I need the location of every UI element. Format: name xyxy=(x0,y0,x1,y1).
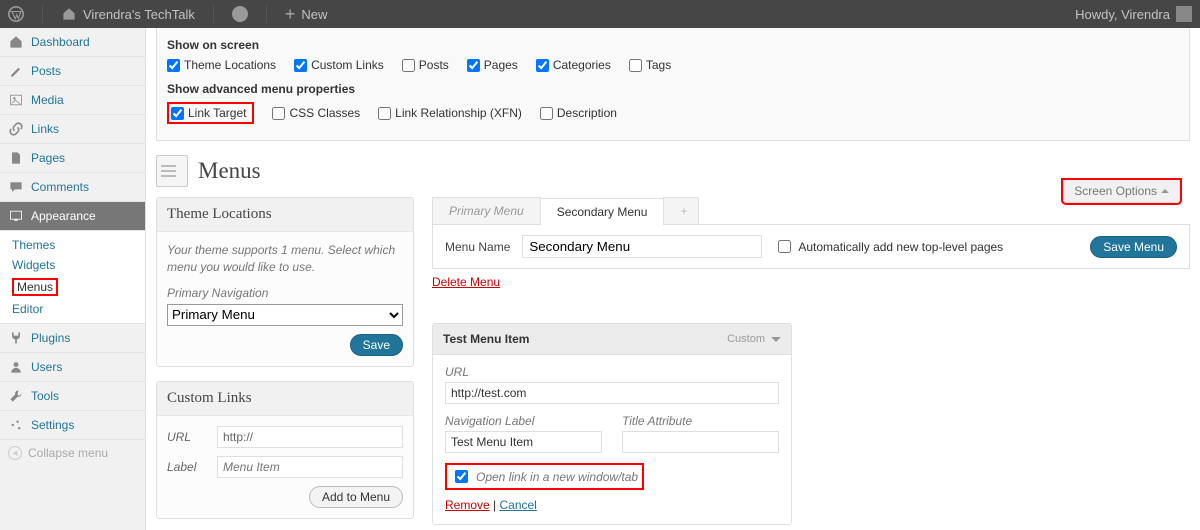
collapse-icon: ◂ xyxy=(8,446,22,460)
menu-item-url-input[interactable] xyxy=(445,382,779,404)
custom-link-label-input[interactable] xyxy=(217,456,403,478)
sidebar-item-links[interactable]: Links xyxy=(0,115,145,144)
avatar xyxy=(1176,6,1192,22)
submenu-themes[interactable]: Themes xyxy=(12,235,145,255)
screen-option-description[interactable]: Description xyxy=(540,102,617,124)
delete-menu-link[interactable]: Delete Menu xyxy=(432,275,500,289)
sidebar-item-dashboard[interactable]: Dashboard xyxy=(0,28,145,57)
page-title: Menus xyxy=(198,158,261,184)
link-target-checkbox[interactable]: Open link in a new window/tab xyxy=(445,463,644,490)
screen-option-tags[interactable]: Tags xyxy=(629,58,671,72)
label-label: Label xyxy=(167,460,207,474)
tab-secondary-menu[interactable]: Secondary Menu xyxy=(540,198,665,225)
howdy-link[interactable]: Howdy, Virendra xyxy=(1075,6,1192,22)
menu-item-header[interactable]: Test Menu Item Custom xyxy=(433,324,791,355)
sidebar-item-settings[interactable]: Settings xyxy=(0,411,145,440)
chevron-down-icon xyxy=(771,337,781,347)
sidebar-item-appearance[interactable]: Appearance xyxy=(0,202,145,231)
primary-nav-label: Primary Navigation xyxy=(167,286,403,300)
custom-links-title: Custom Links xyxy=(157,382,413,416)
tab-primary-menu[interactable]: Primary Menu xyxy=(432,197,541,224)
title-attr-label: Title Attribute xyxy=(622,414,779,428)
screen-option-categories[interactable]: Categories xyxy=(536,58,611,72)
screen-option-custom-links[interactable]: Custom Links xyxy=(294,58,384,72)
custom-links-box: Custom Links URL Label Add to Menu xyxy=(156,381,414,519)
menu-item-url-label: URL xyxy=(445,365,779,379)
advanced-props-heading: Show advanced menu properties xyxy=(167,82,1179,96)
plus-icon: + xyxy=(285,5,296,23)
sidebar-item-comments[interactable]: Comments xyxy=(0,173,145,202)
page-heading: Menus xyxy=(156,155,1190,187)
sidebar-item-media[interactable]: Media xyxy=(0,86,145,115)
theme-locations-title: Theme Locations xyxy=(157,198,413,232)
admin-sidebar: Dashboard Posts Media Links Pages Commen… xyxy=(0,28,146,530)
triangle-up-icon xyxy=(1161,185,1169,193)
screen-options-tab[interactable]: Screen Options xyxy=(1063,180,1180,203)
sidebar-item-users[interactable]: Users xyxy=(0,353,145,382)
theme-locations-desc: Your theme supports 1 menu. Select which… xyxy=(167,242,403,276)
menus-icon xyxy=(156,155,188,187)
appearance-submenu: Themes Widgets Menus Editor xyxy=(0,231,145,324)
nav-label-label: Navigation Label xyxy=(445,414,602,428)
auto-add-checkbox[interactable]: Automatically add new top-level pages xyxy=(774,237,1003,256)
screen-option-theme-locations[interactable]: Theme Locations xyxy=(167,58,276,72)
screen-option-link-relationship-xfn-[interactable]: Link Relationship (XFN) xyxy=(378,102,522,124)
nav-label-input[interactable] xyxy=(445,431,602,453)
title-attr-input[interactable] xyxy=(622,431,779,453)
menu-name-label: Menu Name xyxy=(445,240,510,254)
submenu-editor[interactable]: Editor xyxy=(12,299,145,319)
show-on-screen-heading: Show on screen xyxy=(167,38,1179,52)
url-label: URL xyxy=(167,430,207,444)
menu-item-type: Custom xyxy=(727,333,765,345)
menu-item: Test Menu Item Custom URL Navigation Lab… xyxy=(432,323,792,525)
collapse-menu[interactable]: ◂Collapse menu xyxy=(0,440,145,466)
comment-icon xyxy=(232,6,248,22)
primary-nav-select[interactable]: Primary Menu xyxy=(167,304,403,326)
comments-link[interactable] xyxy=(232,6,248,22)
screen-option-pages[interactable]: Pages xyxy=(467,58,518,72)
wp-logo[interactable] xyxy=(8,6,24,22)
add-to-menu-button[interactable]: Add to Menu xyxy=(309,486,403,508)
screen-options-panel: Show on screen Theme Locations Custom Lin… xyxy=(156,28,1190,141)
save-theme-locations-button[interactable]: Save xyxy=(350,334,403,356)
site-link[interactable]: Virendra's TechTalk xyxy=(61,6,195,22)
sidebar-item-tools[interactable]: Tools xyxy=(0,382,145,411)
submenu-menus[interactable]: Menus xyxy=(12,275,145,299)
site-title: Virendra's TechTalk xyxy=(83,7,195,22)
custom-link-url-input[interactable] xyxy=(217,426,403,448)
theme-locations-box: Theme Locations Your theme supports 1 me… xyxy=(156,197,414,367)
screen-option-link-target[interactable]: Link Target xyxy=(167,102,254,124)
screen-option-css-classes[interactable]: CSS Classes xyxy=(272,102,360,124)
admin-bar: Virendra's TechTalk +New Howdy, Virendra xyxy=(0,0,1200,28)
menu-item-title: Test Menu Item xyxy=(443,332,529,346)
new-content[interactable]: +New xyxy=(285,5,328,23)
save-menu-button[interactable]: Save Menu xyxy=(1090,236,1177,258)
submenu-widgets[interactable]: Widgets xyxy=(12,255,145,275)
menu-name-input[interactable] xyxy=(522,235,762,258)
sidebar-item-pages[interactable]: Pages xyxy=(0,144,145,173)
sidebar-item-plugins[interactable]: Plugins xyxy=(0,324,145,353)
remove-menu-item-link[interactable]: Remove xyxy=(445,498,490,512)
menu-settings-bar: Menu Name Automatically add new top-leve… xyxy=(432,224,1190,269)
sidebar-item-posts[interactable]: Posts xyxy=(0,57,145,86)
screen-option-posts[interactable]: Posts xyxy=(402,58,449,72)
cancel-menu-item-link[interactable]: Cancel xyxy=(499,498,536,512)
main-content: Show on screen Theme Locations Custom Lin… xyxy=(146,28,1200,530)
tab-add-menu[interactable]: + xyxy=(663,197,699,224)
